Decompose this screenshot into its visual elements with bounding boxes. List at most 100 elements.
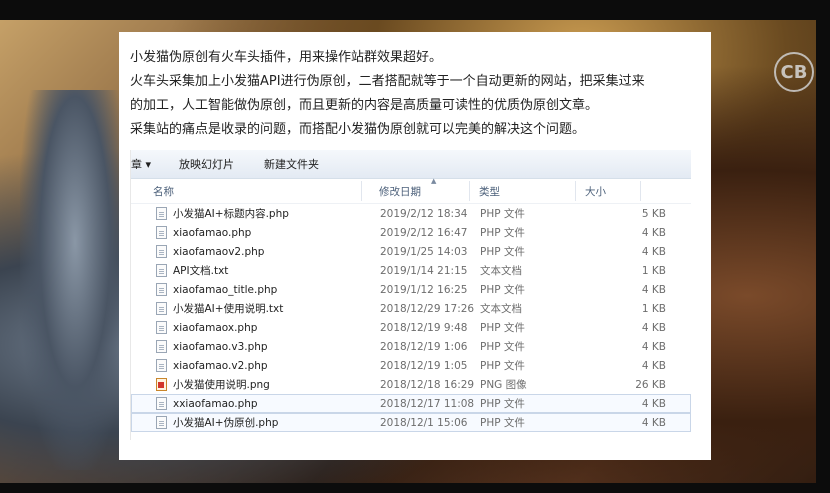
column-header: ▲ 名称 修改日期 类型 大小 — [131, 177, 691, 204]
file-name: 小发猫AI+标题内容.php — [173, 208, 289, 220]
column-divider[interactable] — [640, 181, 641, 201]
file-size: 4 KB — [641, 283, 666, 296]
column-divider[interactable] — [361, 181, 362, 201]
file-type: PHP 文件 — [480, 360, 525, 372]
file-name-cell: 小发猫AI+标题内容.php — [132, 206, 362, 221]
cb-logo: CB — [774, 52, 814, 92]
column-name[interactable]: 名称 — [131, 184, 361, 199]
file-size: 1 KB — [641, 264, 666, 277]
file-size: 5 KB — [641, 207, 666, 220]
file-type: PHP 文件 — [480, 417, 525, 429]
file-row[interactable]: API文档.txt 2019/1/14 21:15 文本文档 1 KB — [131, 261, 691, 280]
php-file-icon — [156, 416, 167, 429]
organize-menu-button[interactable]: 章 ▾ — [131, 156, 151, 172]
file-date: 2019/1/25 14:03 — [380, 245, 468, 258]
column-date[interactable]: 修改日期 — [361, 184, 469, 199]
background-figure — [20, 90, 130, 470]
file-size: 26 KB — [635, 378, 666, 391]
file-name: 小发猫AI+伪原创.php — [173, 417, 279, 429]
php-file-icon — [156, 245, 167, 258]
file-name: API文档.txt — [173, 265, 229, 277]
file-type: PHP 文件 — [480, 227, 525, 239]
file-name-cell: xiaofamao_title.php — [132, 283, 362, 296]
file-name: 小发猫AI+使用说明.txt — [173, 303, 284, 315]
file-type: PNG 图像 — [480, 379, 527, 391]
slideshow-button[interactable]: 放映幻灯片 — [179, 156, 234, 172]
file-date: 2018/12/19 1:06 — [380, 340, 468, 353]
file-row[interactable]: 小发猫使用说明.png 2018/12/18 16:29 PNG 图像 26 KB — [131, 375, 691, 394]
file-date: 2018/12/29 17:26 — [380, 302, 475, 315]
file-name-cell: xxiaofamao.php — [132, 397, 362, 410]
file-date: 2018/12/19 1:05 — [380, 359, 468, 372]
file-date: 2019/1/12 16:25 — [380, 283, 468, 296]
file-name: xxiaofamao.php — [173, 397, 258, 410]
file-row[interactable]: xiaofamao.v3.php 2018/12/19 1:06 PHP 文件 4 K… — [131, 337, 691, 356]
file-name-cell: 小发猫AI+伪原创.php — [132, 415, 362, 430]
file-name-cell: API文档.txt — [132, 263, 362, 278]
file-date: 2018/12/19 9:48 — [380, 321, 468, 334]
file-date: 2019/1/14 21:15 — [380, 264, 468, 277]
file-row[interactable]: xiaofamao.php 2019/2/12 16:47 PHP 文件 4 KB — [131, 223, 691, 242]
file-date: 2018/12/18 16:29 — [380, 378, 475, 391]
file-date: 2018/12/1 15:06 — [380, 416, 468, 429]
top-letterbox — [0, 0, 830, 20]
article-text: 小发猫伪原创有火车头插件，用来操作站群效果超好。 火车头采集加上小发猫API进行… — [130, 46, 705, 142]
file-row[interactable]: xxiaofamao.php 2018/12/17 11:08 PHP 文件 4 KB — [131, 394, 691, 413]
bottom-letterbox — [0, 483, 830, 493]
file-name-cell: 小发猫AI+使用说明.txt — [132, 301, 362, 316]
file-size: 4 KB — [641, 397, 666, 410]
text-file-icon — [156, 264, 167, 277]
file-name: xiaofamaox.php — [173, 321, 258, 334]
php-file-icon — [156, 207, 167, 220]
right-letterbox — [816, 0, 830, 493]
file-size: 4 KB — [641, 245, 666, 258]
column-divider[interactable] — [469, 181, 470, 201]
file-type: PHP 文件 — [480, 208, 525, 220]
file-name-cell: xiaofamaov2.php — [132, 245, 362, 258]
file-size: 4 KB — [641, 416, 666, 429]
file-date: 2018/12/17 11:08 — [380, 397, 475, 410]
file-type: PHP 文件 — [480, 322, 525, 334]
file-row[interactable]: xiaofamaox.php 2018/12/19 9:48 PHP 文件 4 KB — [131, 318, 691, 337]
file-row[interactable]: xiaofamao_title.php 2019/1/12 16:25 PHP 文件… — [131, 280, 691, 299]
file-row[interactable]: xiaofamaov2.php 2019/1/25 14:03 PHP 文件 4 KB — [131, 242, 691, 261]
content-panel: 小发猫伪原创有火车头插件，用来操作站群效果超好。 火车头采集加上小发猫API进行… — [119, 32, 711, 460]
file-size: 1 KB — [641, 302, 666, 315]
file-name: xiaofamao.php — [173, 226, 252, 239]
php-file-icon — [156, 340, 167, 353]
file-name-cell: xiaofamao.v2.php — [132, 359, 362, 372]
file-size: 4 KB — [641, 359, 666, 372]
file-row[interactable]: 小发猫AI+标题内容.php 2019/2/12 18:34 PHP 文件 5 KB — [131, 204, 691, 223]
column-size[interactable]: 大小 — [575, 184, 640, 199]
file-date: 2019/2/12 16:47 — [380, 226, 468, 239]
file-type: 文本文档 — [480, 265, 522, 277]
file-list: 小发猫AI+标题内容.php 2019/2/12 18:34 PHP 文件 5 KB x… — [131, 204, 691, 432]
article-line: 采集站的痛点是收录的问题，而搭配小发猫伪原创就可以完美的解决这个问题。 — [130, 122, 586, 137]
column-divider[interactable] — [575, 181, 576, 201]
php-file-icon — [156, 321, 167, 334]
file-size: 4 KB — [641, 340, 666, 353]
file-type: PHP 文件 — [480, 284, 525, 296]
file-type: PHP 文件 — [480, 341, 525, 353]
file-name: xiaofamaov2.php — [173, 245, 265, 258]
file-type: PHP 文件 — [480, 398, 525, 410]
file-size: 4 KB — [641, 226, 666, 239]
article-line: 小发猫伪原创有火车头插件，用来操作站群效果超好。 — [130, 50, 443, 65]
file-name: xiaofamao.v3.php — [173, 340, 268, 353]
file-name: xiaofamao_title.php — [173, 283, 278, 296]
file-row[interactable]: xiaofamao.v2.php 2018/12/19 1:05 PHP 文件 4 K… — [131, 356, 691, 375]
explorer-toolbar: 章 ▾ 放映幻灯片 新建文件夹 — [131, 150, 691, 179]
file-explorer-screenshot: 章 ▾ 放映幻灯片 新建文件夹 ▲ 名称 修改日期 类型 大小 小发猫AI+标题… — [130, 150, 691, 440]
file-row[interactable]: 小发猫AI+伪原创.php 2018/12/1 15:06 PHP 文件 4 KB — [131, 413, 691, 432]
new-folder-button[interactable]: 新建文件夹 — [264, 156, 319, 172]
sort-arrow-icon: ▲ — [431, 177, 437, 185]
php-file-icon — [156, 283, 167, 296]
file-name-cell: 小发猫使用说明.png — [132, 377, 362, 392]
file-row[interactable]: 小发猫AI+使用说明.txt 2018/12/29 17:26 文本文档 1 KB — [131, 299, 691, 318]
file-name-cell: xiaofamaox.php — [132, 321, 362, 334]
column-type[interactable]: 类型 — [469, 184, 575, 199]
article-line: 火车头采集加上小发猫API进行伪原创，二者搭配就等于一个自动更新的网站，把采集过… — [130, 74, 645, 89]
file-name-cell: xiaofamao.v3.php — [132, 340, 362, 353]
file-name: xiaofamao.v2.php — [173, 359, 268, 372]
text-file-icon — [156, 302, 167, 315]
